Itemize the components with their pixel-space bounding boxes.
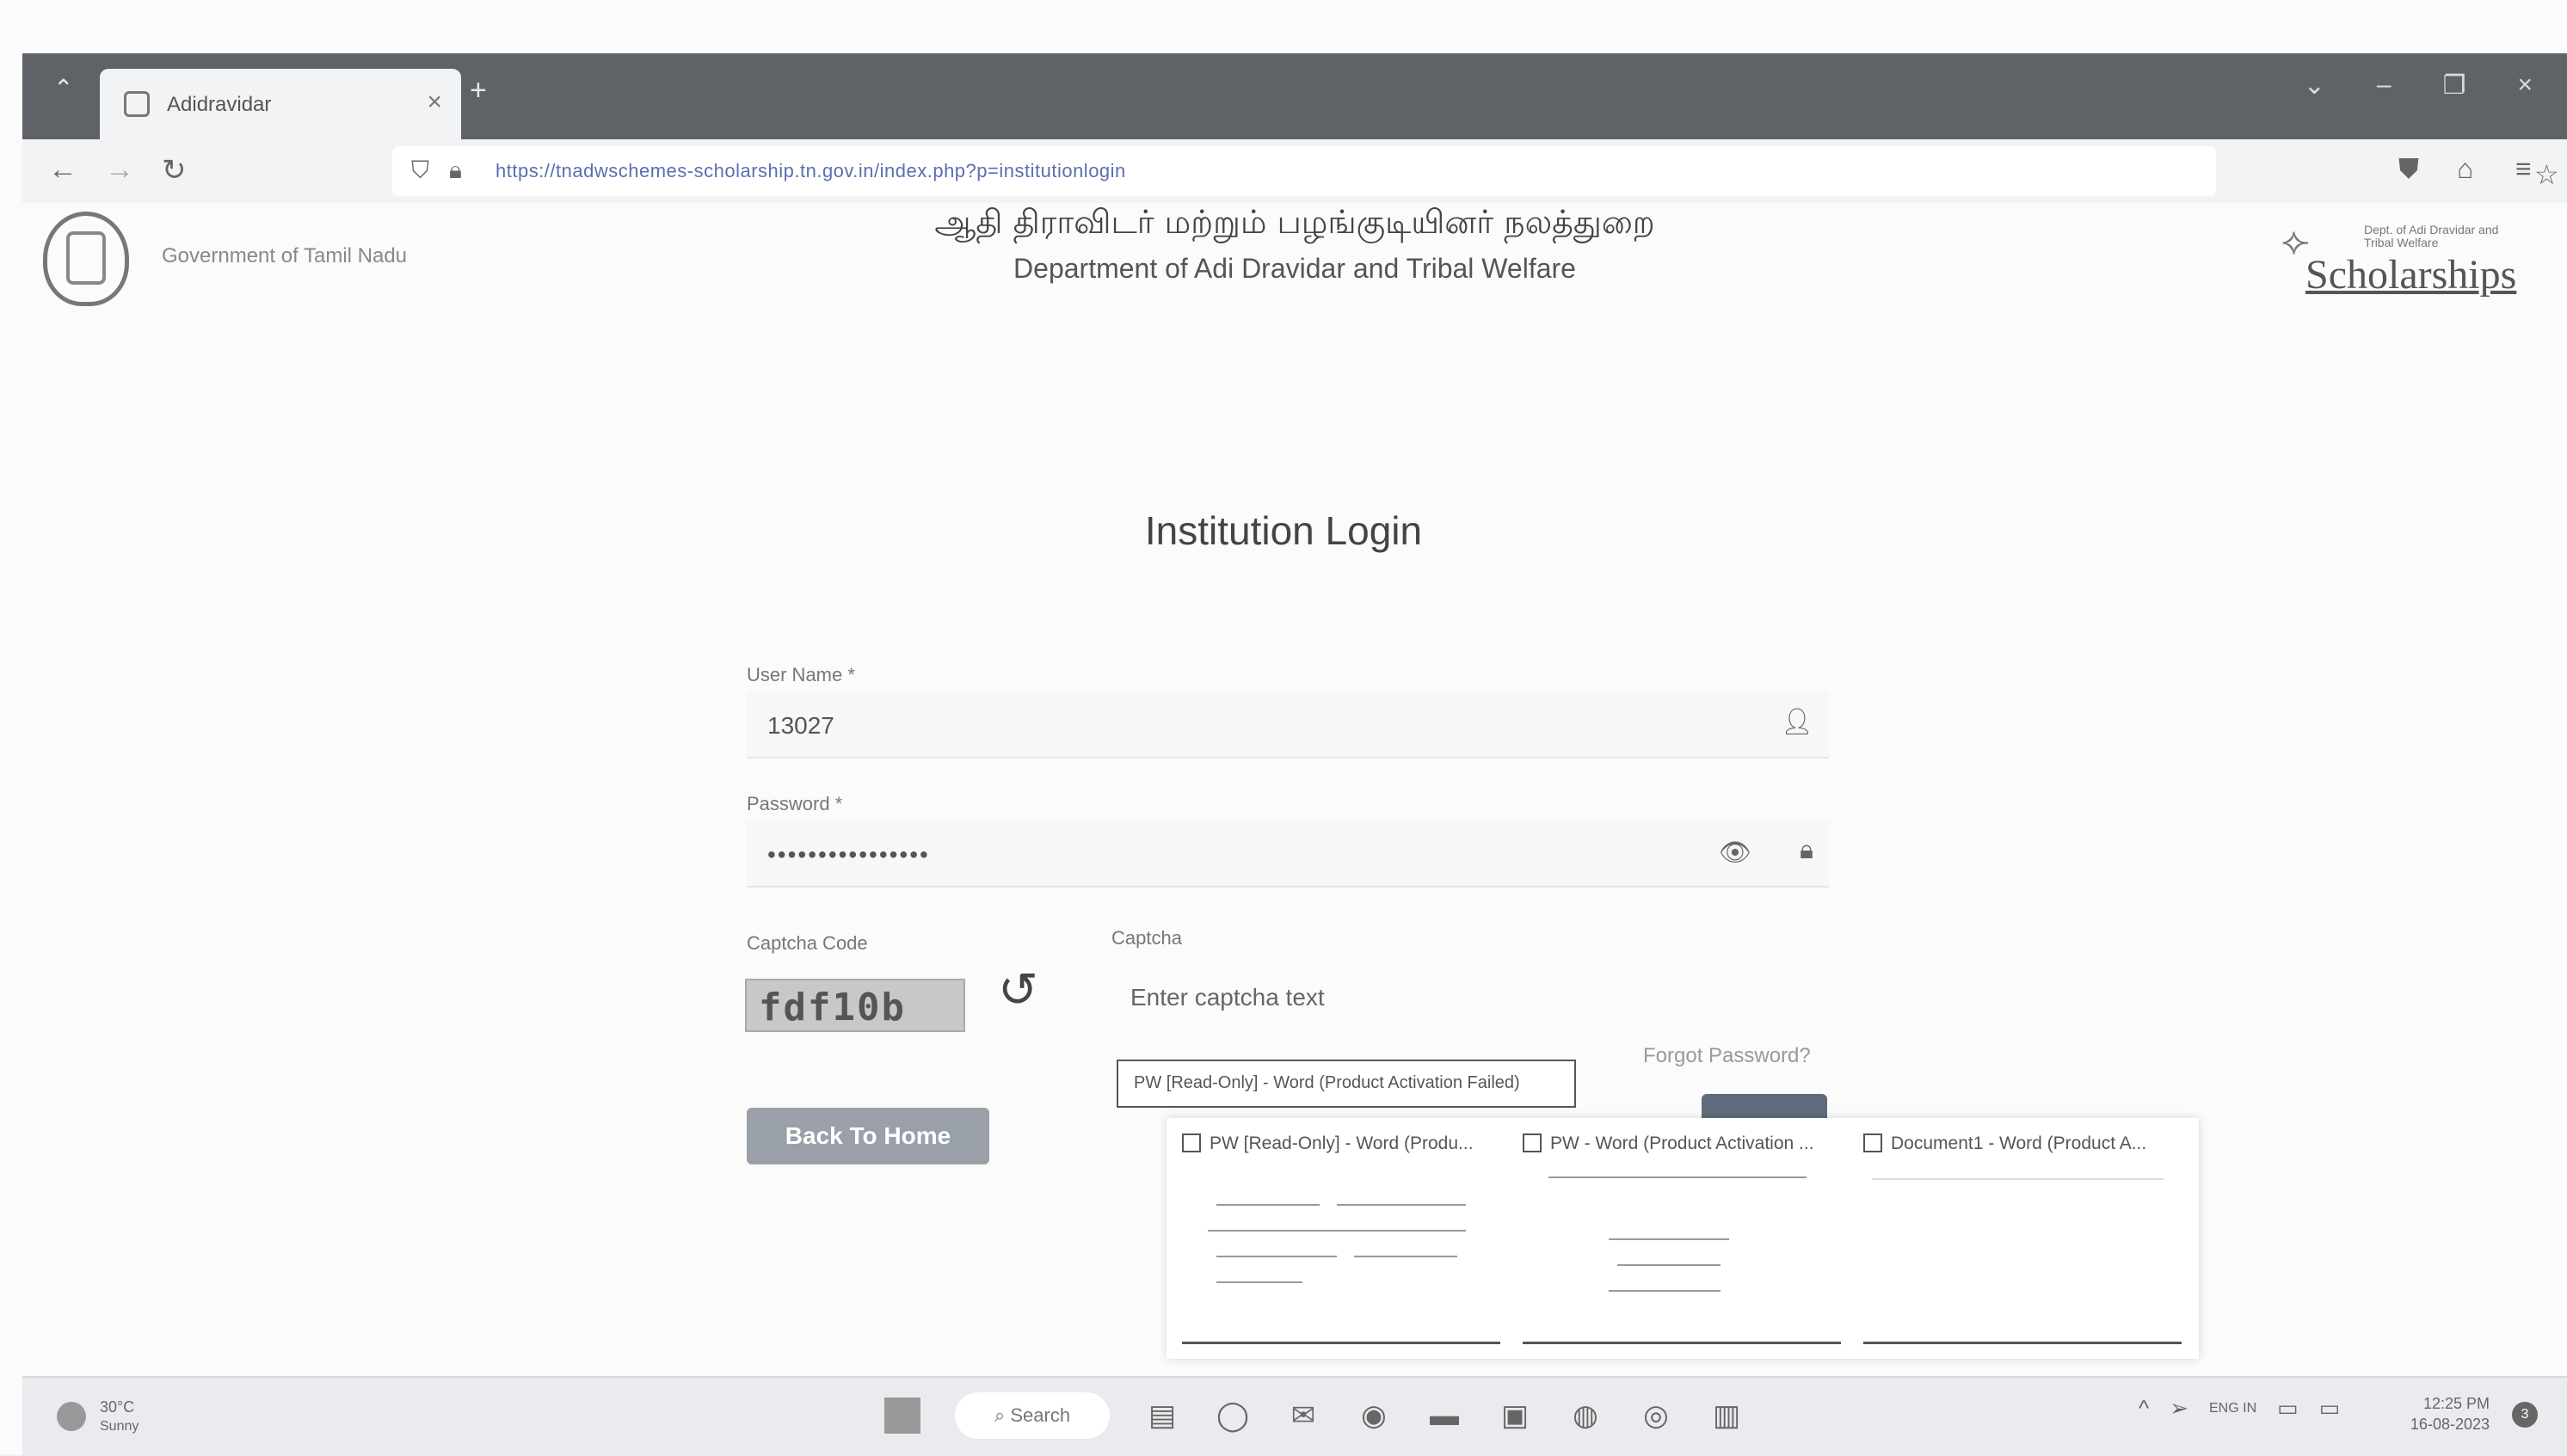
window-preview[interactable]: PW [Read-Only] - Word (Produ... xyxy=(1167,1118,1507,1359)
mail-icon[interactable]: ✉ xyxy=(1285,1398,1321,1434)
reload-icon[interactable]: ↻ xyxy=(162,153,187,187)
clock[interactable]: 12:25 PM 16-08-2023 xyxy=(2410,1393,2490,1434)
favicon-icon xyxy=(124,91,150,117)
language-indicator[interactable]: ENG IN xyxy=(2209,1401,2256,1416)
firefox-icon[interactable]: ◍ xyxy=(1567,1398,1604,1434)
screen: ⌃ Adidravidar × + ⌄ – ❐ × ← → ↻ ⛉ 🔒︎ htt… xyxy=(0,0,2567,1456)
shield-icon[interactable]: ⛉ xyxy=(411,157,429,185)
department-title-english: Department of Adi Dravidar and Tribal We… xyxy=(1013,253,1576,284)
refresh-captcha-icon[interactable]: ↺ xyxy=(998,961,1038,1018)
file-explorer-icon[interactable]: ▬ xyxy=(1426,1398,1462,1434)
bookmark-star-icon[interactable]: ☆ xyxy=(2534,158,2559,191)
eye-icon[interactable]: 👁︎ xyxy=(1719,838,1751,868)
close-window-icon[interactable]: × xyxy=(2517,71,2533,101)
search-icon: ⌕ xyxy=(994,1404,1011,1426)
window-preview[interactable]: Document1 - Word (Product A... xyxy=(1848,1118,2188,1359)
store-icon[interactable]: ▣ xyxy=(1497,1398,1533,1434)
username-field[interactable]: 13027 👤︎ xyxy=(747,691,1829,759)
weather-sun-icon xyxy=(57,1402,86,1431)
new-tab-icon[interactable]: + xyxy=(470,74,487,108)
password-label: Password * xyxy=(747,793,843,814)
back-to-home-button[interactable]: Back To Home xyxy=(747,1108,989,1164)
taskbar-search[interactable]: ⌕ Search xyxy=(955,1392,1110,1439)
preview-thumbnail[interactable] xyxy=(1182,1170,1500,1344)
captcha-code: fdf10b xyxy=(759,986,906,1029)
site-header: Government of Tamil Nadu ஆதி திராவிடர் ம… xyxy=(22,203,2567,323)
preview-thumbnail[interactable] xyxy=(1863,1170,2182,1344)
captcha-code-label: Captcha Code xyxy=(747,932,868,954)
task-view-icon[interactable]: ▤ xyxy=(1144,1398,1180,1434)
tab-close-icon[interactable]: × xyxy=(427,88,442,117)
taskbar-apps: ⌕ Search ▤ ◯ ✉ ◉ ▬ ▣ ◍ ◎ ▥ xyxy=(884,1390,1745,1441)
notification-badge[interactable]: 3 xyxy=(2512,1402,2538,1428)
password-field[interactable]: •••••••••••••••• 👁︎ 🔒︎ xyxy=(747,820,1829,888)
page-title: Institution Login xyxy=(1144,508,1423,553)
lock-icon: 🔒︎ xyxy=(1800,836,1813,864)
username-label: User Name * xyxy=(747,664,855,685)
tab-title: Adidravidar xyxy=(167,93,272,116)
department-title-tamil: ஆதி திராவிடர் மற்றும் பழங்குடியினர் நலத்… xyxy=(934,203,1655,241)
forward-arrow-icon[interactable]: → xyxy=(105,153,134,187)
start-button[interactable] xyxy=(884,1398,920,1434)
taskbar-tooltip: PW [Read-Only] - Word (Product Activatio… xyxy=(1117,1060,1576,1108)
chat-icon[interactable]: ◯ xyxy=(1215,1398,1251,1434)
word-icon xyxy=(1182,1133,1201,1152)
preview-thumbnail[interactable] xyxy=(1523,1170,1841,1344)
chrome-icon[interactable]: ◎ xyxy=(1638,1398,1674,1434)
menu-icon[interactable]: ≡ xyxy=(2515,153,2532,185)
pocket-icon[interactable]: ⛊ xyxy=(2398,153,2419,186)
lock-icon[interactable]: 🔒︎ xyxy=(449,157,462,185)
restore-icon[interactable]: ❐ xyxy=(2443,71,2466,101)
taskbar-preview-popup: PW [Read-Only] - Word (Produ... PW - Wor… xyxy=(1167,1118,2199,1359)
browser-tab[interactable]: Adidravidar × xyxy=(100,69,461,139)
taskbar: 30°C Sunny ⌕ Search ▤ ◯ ✉ ◉ ▬ ▣ ◍ ◎ ▥ ^ … xyxy=(22,1376,2567,1456)
captcha-label: Captcha xyxy=(1111,927,1182,949)
list-all-tabs-icon[interactable]: ⌃ xyxy=(53,74,73,102)
word-icon xyxy=(1863,1133,1882,1152)
word-app-icon[interactable]: ▥ xyxy=(1708,1398,1745,1434)
captcha-image: fdf10b xyxy=(745,979,965,1032)
battery-icon[interactable]: ▭ xyxy=(2319,1395,2341,1422)
address-bar[interactable]: ⛉ 🔒︎ https://tnadwschemes-scholarship.tn… xyxy=(392,146,2559,196)
word-icon xyxy=(1523,1133,1542,1152)
url-text[interactable]: https://tnadwschemes-scholarship.tn.gov.… xyxy=(496,160,1126,182)
window-controls: ⌄ – ❐ × xyxy=(2304,71,2533,101)
window-preview[interactable]: PW - Word (Product Activation ... xyxy=(1507,1118,1848,1359)
minimize-icon[interactable]: – xyxy=(2377,71,2392,101)
display-icon[interactable]: ▭ xyxy=(2277,1395,2299,1422)
password-value[interactable]: •••••••••••••••• xyxy=(767,841,930,869)
navigation-bar: ← → ↻ ⛉ 🔒︎ https://tnadwschemes-scholars… xyxy=(22,139,2567,205)
forgot-password-link[interactable]: Forgot Password? xyxy=(1643,1044,1811,1068)
back-arrow-icon[interactable]: ← xyxy=(48,153,77,187)
chevron-down-icon[interactable]: ⌄ xyxy=(2304,71,2325,101)
chevron-up-icon[interactable]: ^ xyxy=(2139,1395,2149,1422)
user-icon: 👤︎ xyxy=(1780,708,1813,736)
extensions-icon[interactable]: ⌂ xyxy=(2457,153,2473,185)
scholarships-logo: ⟣ Dept. of Adi Dravidar and Tribal Welfa… xyxy=(2281,220,2517,298)
send-icon[interactable]: ➢ xyxy=(2170,1395,2188,1422)
edge-icon[interactable]: ◉ xyxy=(1356,1398,1392,1434)
browser-tab-strip: ⌃ Adidravidar × + ⌄ – ❐ × xyxy=(22,53,2567,139)
captcha-input[interactable] xyxy=(1111,965,1825,1030)
username-value[interactable]: 13027 xyxy=(767,712,834,740)
system-tray: ^ ➢ ENG IN ▭ ▭ xyxy=(2139,1395,2340,1422)
